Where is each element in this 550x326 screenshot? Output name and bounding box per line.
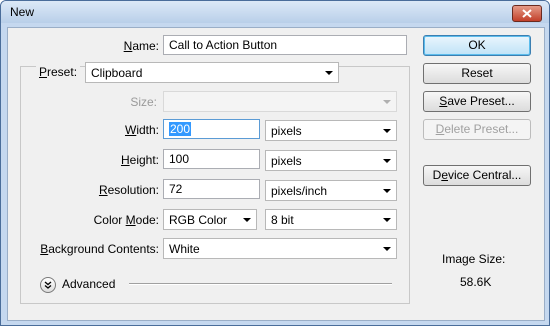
- width-unit-value: pixels: [271, 124, 302, 138]
- height-field[interactable]: 100: [163, 149, 260, 169]
- new-document-dialog: New Name: Call to Action Button Preset: …: [0, 0, 550, 326]
- advanced-divider: [129, 283, 392, 285]
- size-select: [163, 91, 397, 112]
- height-unit-value: pixels: [271, 154, 302, 168]
- delete-preset-button: Delete Preset...: [423, 119, 531, 140]
- chevron-down-icon: [383, 129, 391, 133]
- bit-depth-value: 8 bit: [271, 213, 294, 227]
- width-field[interactable]: 200: [163, 119, 260, 139]
- bit-depth-select[interactable]: 8 bit: [265, 209, 397, 230]
- size-label: Size:: [130, 95, 157, 109]
- chevron-down-icon: [383, 218, 391, 222]
- device-central-button[interactable]: Device Central...: [423, 165, 531, 186]
- chevron-down-icon: [383, 247, 391, 251]
- background-contents-label: Background Contents:: [40, 242, 159, 256]
- chevron-down-icon: [243, 218, 251, 222]
- reset-button[interactable]: Reset: [423, 63, 531, 84]
- preset-label: Preset:: [36, 65, 81, 79]
- close-button[interactable]: [512, 5, 542, 22]
- chevron-down-icon: [383, 100, 391, 104]
- dialog-body: Name: Call to Action Button Preset: Clip…: [7, 27, 545, 321]
- height-label: Height:: [120, 153, 159, 167]
- width-unit-select[interactable]: pixels: [265, 120, 397, 141]
- preset-select[interactable]: Clipboard: [85, 62, 339, 83]
- name-field[interactable]: Call to Action Button: [163, 35, 407, 55]
- image-size-label: Image Size:: [442, 252, 506, 266]
- background-contents-select[interactable]: White: [163, 238, 397, 259]
- width-label: Width:: [124, 123, 159, 137]
- resolution-unit-select[interactable]: pixels/inch: [265, 180, 397, 201]
- dialog-title: New: [10, 5, 35, 19]
- image-size-value: 58.6K: [460, 275, 492, 289]
- resolution-label: Resolution:: [98, 183, 159, 197]
- color-mode-label: Color Mode:: [93, 213, 159, 227]
- ok-button[interactable]: OK: [423, 35, 531, 56]
- width-value: 200: [169, 122, 192, 136]
- color-mode-value: RGB Color: [169, 213, 228, 227]
- height-unit-select[interactable]: pixels: [265, 150, 397, 171]
- name-label: Name:: [123, 39, 159, 53]
- advanced-label[interactable]: Advanced: [62, 277, 115, 291]
- advanced-toggle[interactable]: [40, 277, 56, 293]
- title-bar[interactable]: New: [1, 1, 549, 23]
- chevron-down-icon: [383, 159, 391, 163]
- close-icon: [522, 9, 532, 18]
- double-chevron-down-icon: [44, 281, 52, 289]
- resolution-field[interactable]: 72: [163, 179, 260, 199]
- save-preset-button[interactable]: Save Preset...: [423, 91, 531, 112]
- chevron-down-icon: [325, 71, 333, 75]
- color-mode-select[interactable]: RGB Color: [163, 209, 257, 230]
- background-contents-value: White: [169, 242, 200, 256]
- preset-value: Clipboard: [91, 66, 143, 80]
- resolution-unit-value: pixels/inch: [271, 184, 328, 198]
- chevron-down-icon: [383, 189, 391, 193]
